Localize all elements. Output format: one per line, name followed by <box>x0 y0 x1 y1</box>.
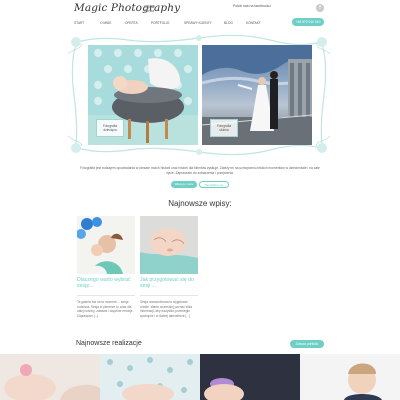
post-image[interactable] <box>140 216 198 274</box>
phone-button[interactable]: +48 570 010 010 <box>292 18 324 26</box>
nav-item-kontakt[interactable]: KONTAKT <box>246 21 261 25</box>
post-divider <box>77 295 135 296</box>
main-nav: START O MNIE OFERTA PORTFOLIO SPRAWY KLI… <box>74 21 284 27</box>
about-me-button[interactable]: Więcej o mnie <box>171 181 197 188</box>
nav-item-start[interactable]: START <box>74 21 84 25</box>
gallery-image[interactable] <box>200 354 300 400</box>
nav-item-o-mnie[interactable]: O MNIE <box>100 21 111 25</box>
intro-text: Fotografia jest rodzajem opowiadania w o… <box>80 166 320 176</box>
nav-item-blog[interactable]: BLOG <box>224 21 233 25</box>
hero-right-caption[interactable]: Fotografia ślubna <box>210 119 238 137</box>
realizations-heading: Najnowsze realizacje <box>76 340 142 347</box>
post-excerpt: Sesja noworodkowa to wyjątkowe chwile. W… <box>140 299 193 318</box>
post-image[interactable] <box>77 216 135 274</box>
nav-item-oferta[interactable]: OFERTA <box>125 21 138 25</box>
hero-image-children[interactable]: Fotografia dziecięca <box>88 45 198 145</box>
hero-image-wedding[interactable]: Fotografia ślubna <box>202 45 312 145</box>
facebook-icon[interactable]: f <box>316 4 324 12</box>
post-card[interactable]: Dlaczego warto wybrać sesję... Ta galeri… <box>77 216 135 318</box>
portfolio-button[interactable]: Zobacz portfolio <box>290 340 324 348</box>
gallery-image[interactable] <box>100 354 200 400</box>
contact-button[interactable]: Skontaktuj się <box>199 181 229 188</box>
post-title[interactable]: Dlaczego warto wybrać sesję... <box>77 277 135 289</box>
facebook-link-text[interactable]: Polub nas na facebooku <box>233 4 271 8</box>
nav-item-sprawy-klienty[interactable]: SPRAWY KLIENTY <box>184 21 212 25</box>
logo-subtitle: Tatjana Górska <box>144 5 155 13</box>
post-divider <box>140 295 198 296</box>
post-excerpt: Ta galeria ma na to moment ... sesja rod… <box>77 299 134 318</box>
latest-posts-heading: Najnowsze wpisy: <box>168 199 232 208</box>
nav-item-portfolio[interactable]: PORTFOLIO <box>151 21 169 25</box>
hero-left-caption[interactable]: Fotografia dziecięca <box>96 119 124 137</box>
gallery-image[interactable] <box>300 354 400 400</box>
gallery-image[interactable] <box>0 354 100 400</box>
post-title[interactable]: Jak przygotować się do sesji ... <box>140 277 198 289</box>
post-card[interactable]: Jak przygotować się do sesji ... Sesja n… <box>140 216 198 318</box>
logo[interactable]: Magic Photography <box>74 2 180 14</box>
